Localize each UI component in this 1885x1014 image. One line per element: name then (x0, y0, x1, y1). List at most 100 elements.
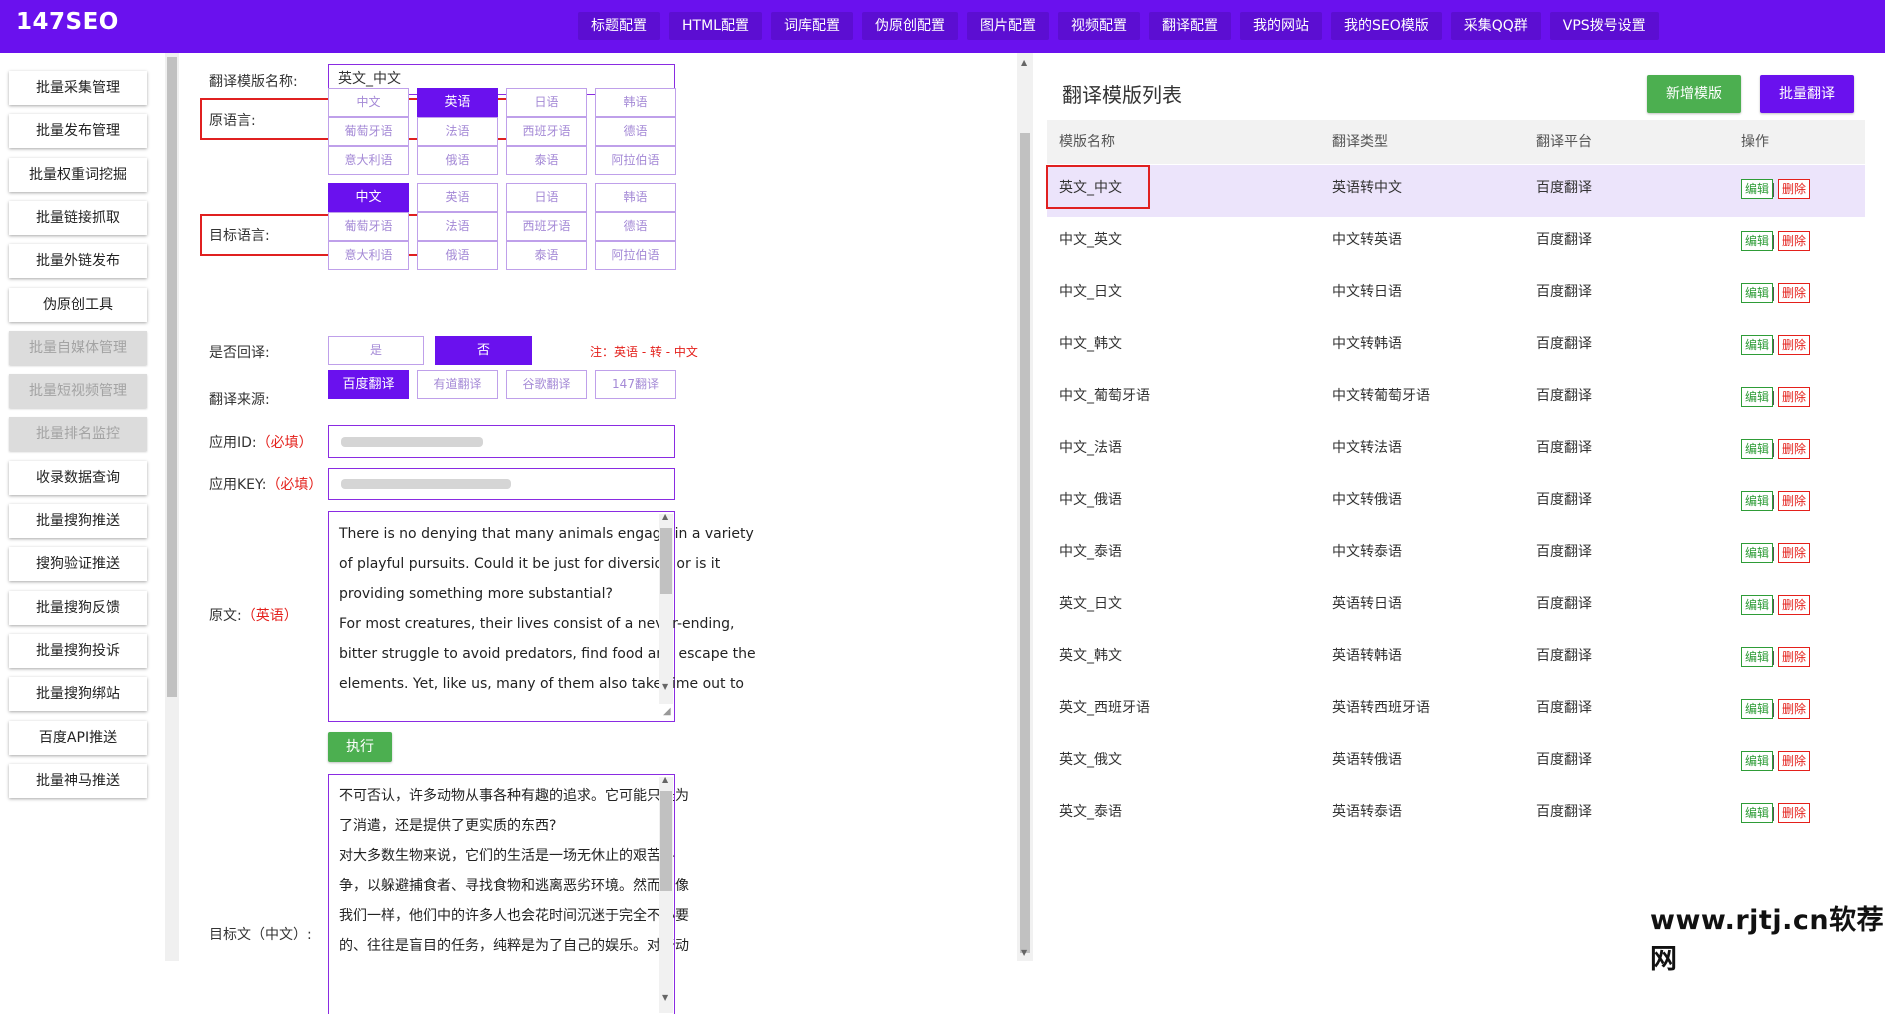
nav-item[interactable]: 我的SEO模版 (1330, 12, 1442, 40)
original-scroll-down-icon[interactable]: ▼ (662, 682, 668, 691)
source-language-option[interactable]: 法语 (417, 117, 498, 146)
table-row[interactable]: 中文_俄语 中文转俄语 百度翻译 编辑 删除 (1047, 477, 1865, 529)
original-text-scrollbar[interactable] (659, 514, 673, 704)
target-language-option[interactable]: 泰语 (506, 241, 587, 270)
source-language-option[interactable]: 西班牙语 (506, 117, 587, 146)
edit-button[interactable]: 编辑 (1741, 699, 1774, 719)
edit-button[interactable]: 编辑 (1741, 543, 1774, 563)
table-row[interactable]: 英文_泰语 英语转泰语 百度翻译 编辑 删除 (1047, 789, 1865, 841)
source-language-option[interactable]: 德语 (595, 117, 676, 146)
delete-button[interactable]: 删除 (1778, 387, 1811, 407)
nav-item[interactable]: 图片配置 (966, 12, 1049, 40)
nav-item[interactable]: 标题配置 (578, 12, 660, 40)
delete-button[interactable]: 删除 (1778, 751, 1811, 771)
form-scrollbar[interactable]: ▲ ▼ (1017, 53, 1033, 961)
original-text-area[interactable]: There is no denying that many animals en… (328, 511, 756, 722)
sidebar-item[interactable]: 批量搜狗投诉 (9, 633, 147, 668)
delete-button[interactable]: 删除 (1778, 699, 1811, 719)
source-language-option[interactable]: 阿拉伯语 (595, 146, 676, 175)
sidebar-item[interactable]: 批量采集管理 (9, 71, 147, 105)
delete-button[interactable]: 删除 (1778, 283, 1811, 303)
nav-item[interactable]: VPS拨号设置 (1549, 12, 1659, 40)
nav-item[interactable]: 我的网站 (1239, 12, 1322, 40)
sidebar-item[interactable]: 批量发布管理 (9, 114, 147, 149)
edit-button[interactable]: 编辑 (1741, 803, 1774, 823)
translation-engine-option[interactable]: 有道翻译 (417, 370, 498, 399)
source-language-option[interactable]: 中文 (328, 88, 409, 117)
batch-translate-button[interactable]: 批量翻译 (1760, 75, 1854, 113)
edit-button[interactable]: 编辑 (1741, 387, 1774, 407)
table-row[interactable]: 中文_韩文 中文转韩语 百度翻译 编辑 删除 (1047, 321, 1865, 373)
nav-item[interactable]: 视频配置 (1057, 12, 1140, 40)
target-text-scrollbar[interactable] (659, 777, 673, 1013)
edit-button[interactable]: 编辑 (1741, 595, 1774, 615)
edit-button[interactable]: 编辑 (1741, 439, 1774, 459)
table-row[interactable]: 中文_葡萄牙语 中文转葡萄牙语 百度翻译 编辑 删除 (1047, 373, 1865, 425)
edit-button[interactable]: 编辑 (1741, 751, 1774, 771)
source-language-option[interactable]: 俄语 (417, 146, 498, 175)
resize-grip-icon[interactable]: ◢ (663, 706, 671, 717)
edit-button[interactable]: 编辑 (1741, 179, 1774, 199)
table-row[interactable]: 英文_日文 英语转日语 百度翻译 编辑 删除 (1047, 581, 1865, 633)
edit-button[interactable]: 编辑 (1741, 491, 1774, 511)
translation-engine-option[interactable]: 谷歌翻译 (506, 370, 587, 399)
sidebar-scrollbar-thumb[interactable] (167, 57, 177, 697)
table-row[interactable]: 中文_英文 中文转英语 百度翻译 编辑 删除 (1047, 217, 1865, 269)
sidebar-item[interactable]: 批量外链发布 (9, 244, 147, 279)
translation-engine-option[interactable]: 百度翻译 (328, 370, 409, 399)
source-language-option[interactable]: 泰语 (506, 146, 587, 175)
app-logo[interactable]: 147SEO (16, 9, 119, 35)
source-language-option[interactable]: 韩语 (595, 88, 676, 117)
sidebar-item[interactable]: 批量权重词挖掘 (9, 157, 147, 192)
sidebar-item[interactable]: 批量排名监控 (9, 417, 147, 452)
target-language-option[interactable]: 俄语 (417, 241, 498, 270)
sidebar-item[interactable]: 收录数据查询 (9, 460, 147, 495)
edit-button[interactable]: 编辑 (1741, 647, 1774, 667)
sidebar-item[interactable]: 批量链接抓取 (9, 200, 147, 235)
delete-button[interactable]: 删除 (1778, 179, 1811, 199)
target-text-scroll-thumb[interactable] (660, 791, 672, 891)
nav-item[interactable]: HTML配置 (669, 12, 762, 40)
table-row[interactable]: 英文_西班牙语 英语转西班牙语 百度翻译 编辑 删除 (1047, 685, 1865, 737)
edit-button[interactable]: 编辑 (1741, 283, 1774, 303)
target-scroll-up-icon[interactable]: ▲ (662, 775, 668, 784)
sidebar-item[interactable]: 搜狗验证推送 (9, 547, 147, 582)
sidebar-item[interactable]: 伪原创工具 (9, 287, 147, 322)
nav-item[interactable]: 采集QQ群 (1450, 12, 1541, 40)
target-text-area[interactable]: 不可否认，许多动物从事各种有趣的追求。它可能只是为 了消遣，还是提供了更实质的东西… (328, 774, 689, 1014)
table-row[interactable]: 英文_中文 英语转中文 百度翻译 编辑 删除 (1047, 165, 1865, 217)
table-row[interactable]: 英文_韩文 英语转韩语 百度翻译 编辑 删除 (1047, 633, 1865, 685)
app-id-input[interactable] (328, 425, 675, 458)
form-scroll-thumb[interactable] (1020, 133, 1030, 953)
delete-button[interactable]: 删除 (1778, 335, 1811, 355)
sidebar-item[interactable]: 批量自媒体管理 (9, 330, 147, 365)
delete-button[interactable]: 删除 (1778, 543, 1811, 563)
run-button[interactable]: 执行 (328, 732, 392, 762)
source-language-option[interactable]: 日语 (506, 88, 587, 117)
table-row[interactable]: 中文_泰语 中文转泰语 百度翻译 编辑 删除 (1047, 529, 1865, 581)
target-language-option[interactable]: 法语 (417, 212, 498, 241)
back-translate-no[interactable]: 否 (435, 336, 532, 365)
delete-button[interactable]: 删除 (1778, 439, 1811, 459)
target-language-option[interactable]: 英语 (417, 183, 498, 212)
target-language-option[interactable]: 中文 (328, 183, 409, 212)
edit-button[interactable]: 编辑 (1741, 231, 1774, 251)
sidebar-item[interactable]: 批量搜狗反馈 (9, 590, 147, 625)
form-scroll-down-icon[interactable]: ▼ (1021, 948, 1027, 957)
sidebar-item[interactable]: 批量短视频管理 (9, 374, 147, 409)
table-row[interactable]: 英文_俄文 英语转俄语 百度翻译 编辑 删除 (1047, 737, 1865, 789)
nav-item[interactable]: 翻译配置 (1148, 12, 1231, 40)
original-scroll-up-icon[interactable]: ▲ (662, 512, 668, 521)
target-language-option[interactable]: 西班牙语 (506, 212, 587, 241)
back-translate-yes[interactable]: 是 (328, 336, 424, 365)
sidebar-item[interactable]: 批量神马推送 (9, 763, 147, 798)
delete-button[interactable]: 删除 (1778, 803, 1811, 823)
nav-item[interactable]: 词库配置 (770, 12, 853, 40)
target-language-option[interactable]: 阿拉伯语 (595, 241, 676, 270)
source-language-option[interactable]: 葡萄牙语 (328, 117, 409, 146)
delete-button[interactable]: 删除 (1778, 595, 1811, 615)
target-language-option[interactable]: 日语 (506, 183, 587, 212)
sidebar-item[interactable]: 批量搜狗推送 (9, 504, 147, 538)
app-key-input[interactable] (328, 468, 675, 500)
delete-button[interactable]: 删除 (1778, 491, 1811, 511)
